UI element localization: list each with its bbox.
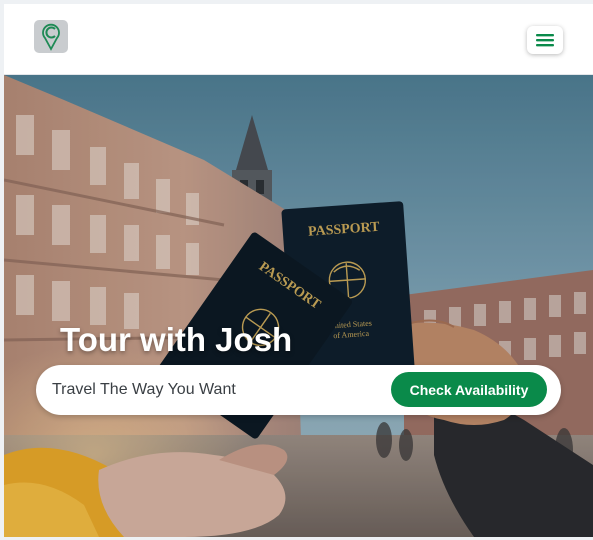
destination-search-input[interactable] (52, 365, 382, 415)
map-pin-logo-icon (42, 23, 60, 51)
hamburger-menu-icon (536, 34, 554, 47)
browser-frame: PASSPORT United States of America PASSPO… (0, 0, 593, 540)
hamburger-menu-button[interactable] (527, 26, 563, 54)
hero-section: PASSPORT United States of America PASSPO… (4, 75, 593, 537)
site-logo[interactable] (34, 20, 68, 53)
site-header (4, 4, 593, 75)
availability-search-bar: Check Availability (36, 365, 561, 415)
check-availability-button[interactable]: Check Availability (391, 372, 547, 407)
hero-background-image: PASSPORT United States of America PASSPO… (4, 75, 593, 537)
hero-title: Tour with Josh (60, 321, 293, 358)
page: PASSPORT United States of America PASSPO… (4, 4, 593, 537)
